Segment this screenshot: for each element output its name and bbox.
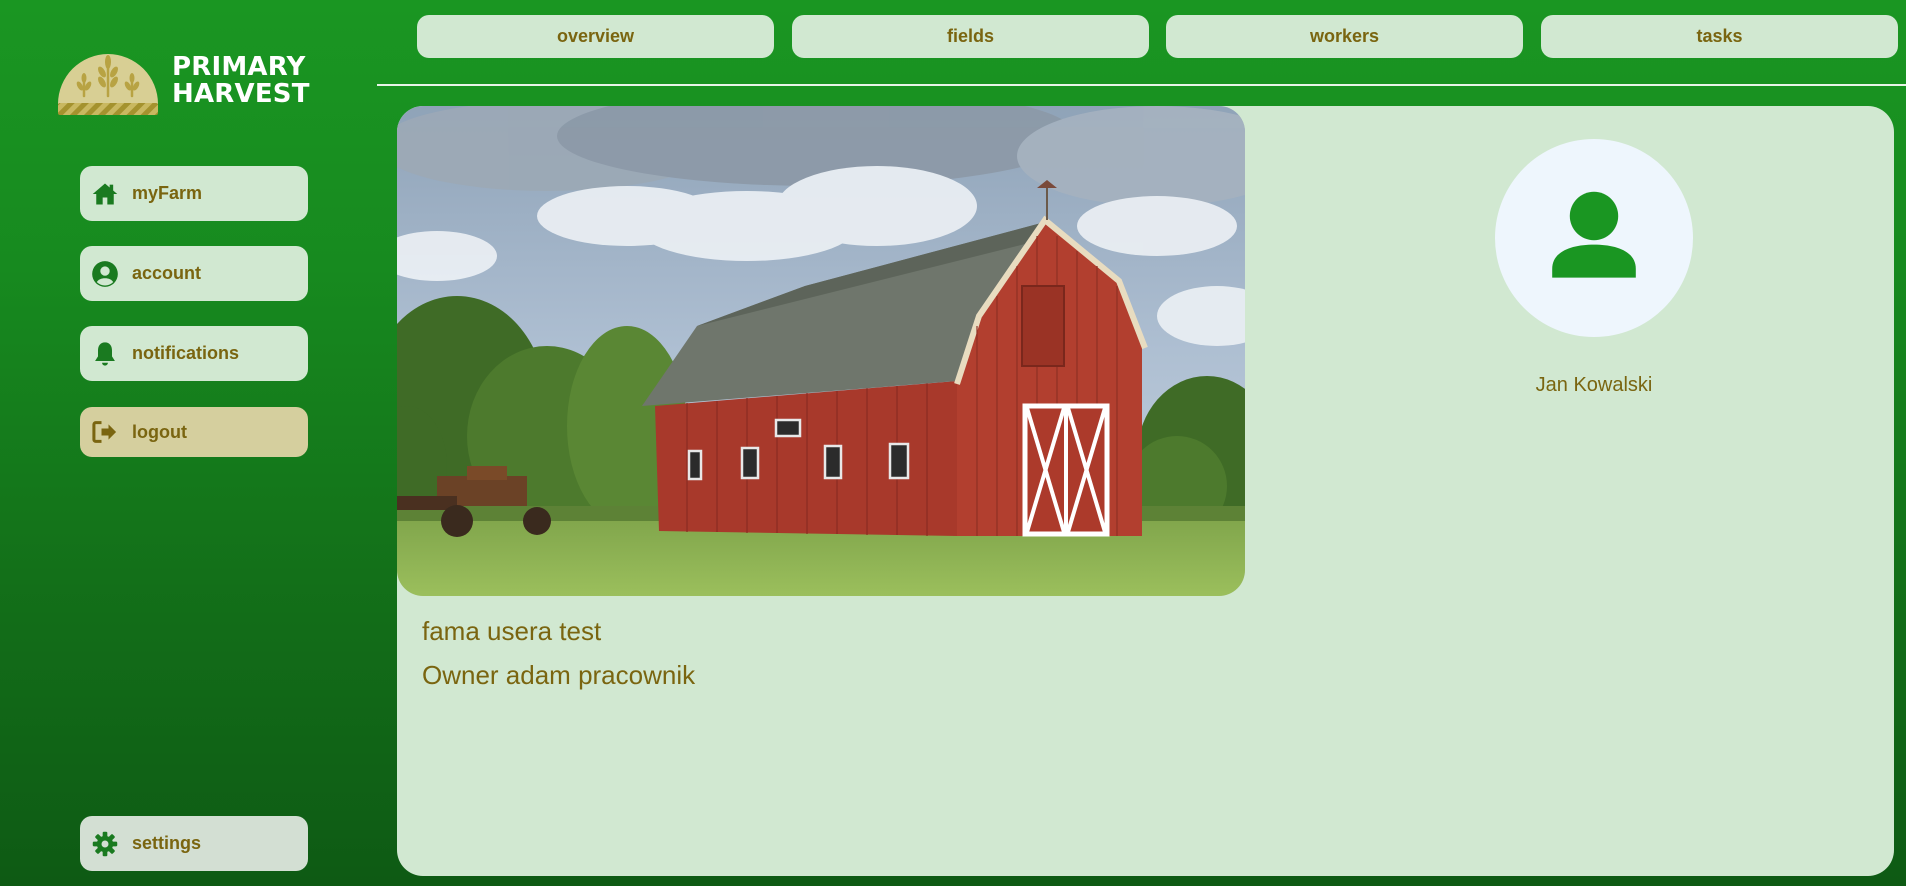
gear-icon: [90, 829, 120, 859]
sidebar-item-settings[interactable]: settings: [80, 816, 308, 871]
sidebar-item-notifications[interactable]: notifications: [80, 326, 308, 381]
user-avatar[interactable]: [1495, 139, 1693, 337]
brand-logo[interactable]: PRIMARY HARVEST: [54, 46, 329, 116]
header-divider: [377, 84, 1906, 86]
tab-fields[interactable]: fields: [792, 15, 1149, 58]
wheat-sun-logo-icon: [58, 54, 158, 115]
user-avatar-icon: [1552, 191, 1636, 278]
sidebar-item-logout[interactable]: logout: [80, 407, 308, 457]
sidebar-item-myfarm[interactable]: myFarm: [80, 166, 308, 221]
tab-label: tasks: [1696, 26, 1743, 46]
tab-label: fields: [946, 26, 994, 46]
tab-label: overview: [556, 26, 635, 46]
tab-tasks[interactable]: tasks: [1541, 15, 1898, 58]
logout-icon: [90, 417, 120, 447]
tab-label: workers: [1309, 26, 1380, 46]
farm-panel: fama usera test Owner adam pracownik Jan…: [397, 106, 1894, 876]
farm-name: fama usera test: [422, 616, 602, 646]
brand-line-2: HARVEST: [172, 79, 310, 109]
sidebar-item-label: account: [132, 263, 202, 283]
user-name: Jan Kowalski: [1535, 374, 1653, 396]
tab-workers[interactable]: workers: [1166, 15, 1523, 58]
sidebar: PRIMARY HARVEST myFarm account notificat…: [0, 0, 378, 886]
user-circle-icon: [90, 259, 120, 289]
home-icon: [90, 179, 120, 209]
sidebar-item-label: settings: [132, 833, 202, 853]
brand-line-1: PRIMARY: [172, 52, 306, 82]
farm-owner: Owner adam pracownik: [422, 660, 696, 690]
sidebar-item-label: myFarm: [132, 183, 203, 203]
sidebar-item-label: logout: [132, 421, 187, 442]
bell-icon: [90, 339, 120, 369]
sidebar-item-label: notifications: [132, 343, 239, 363]
sidebar-item-account[interactable]: account: [80, 246, 308, 301]
tab-overview[interactable]: overview: [417, 15, 774, 58]
brand-name: PRIMARY HARVEST: [172, 54, 310, 108]
farm-image: [397, 106, 1245, 596]
